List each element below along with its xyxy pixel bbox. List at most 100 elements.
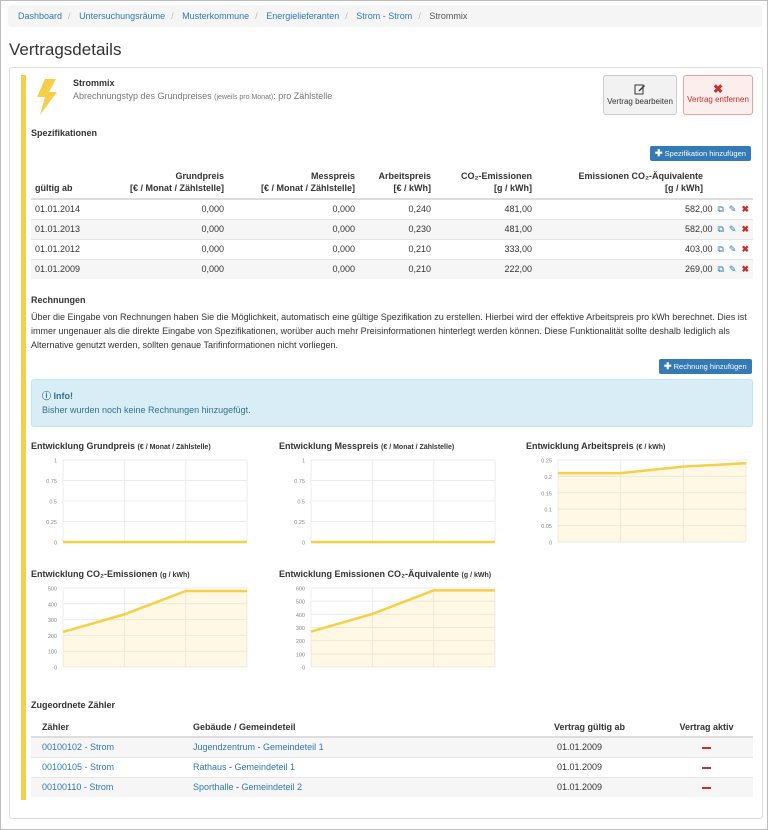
data-point — [682, 465, 685, 468]
plus-icon: ✚ — [664, 361, 672, 371]
col-meter-price: Messpreis [€ / Monat / Zählstelle] — [228, 168, 359, 200]
chart-base-price: 0 0.25 0.5 0.75 1 — [46, 459, 249, 547]
y-tick-label: 600 — [296, 587, 305, 593]
building-link[interactable]: Sporthalle — [193, 782, 234, 792]
breadcrumb-separator: / — [68, 11, 71, 21]
data-point — [371, 541, 374, 544]
cell-value: 582,00 ⧉ ✎ ✖ — [536, 198, 753, 219]
cell-value: 0,000 — [228, 238, 359, 259]
y-tick-label: 0.25 — [294, 520, 305, 526]
district-link[interactable]: Gemeindeteil 2 — [242, 782, 303, 792]
y-tick-label: 100 — [296, 652, 305, 658]
breadcrumb-dashboard[interactable]: Dashboard — [18, 11, 62, 21]
col-base-price: Grundpreis [€ / Monat / Zählstelle] — [111, 168, 228, 200]
add-specification-label: Spezifikation hinzufügen — [664, 149, 746, 158]
data-point — [432, 541, 435, 544]
col-contract-active: Vertrag aktiv — [660, 718, 753, 738]
y-tick-label: 0 — [54, 666, 57, 672]
edit-icon[interactable]: ✎ — [729, 264, 737, 275]
table-row: 01.01.2014 0,000 0,000 0,240 481,00 582,00 ⧉ ✎ ✖ — [31, 198, 753, 219]
data-point — [310, 630, 313, 633]
cell-value: 481,00 — [435, 218, 536, 239]
info-alert: ⓘ Info! Bisher wurden noch keine Rechnun… — [31, 379, 753, 427]
y-tick-label: 0.05 — [541, 524, 552, 530]
chart-meter-price: 0 0.25 0.5 0.75 1 — [294, 459, 496, 547]
data-point — [123, 541, 126, 544]
district-link[interactable]: Gemeindeteil 1 — [263, 742, 324, 752]
edit-icon[interactable]: ✎ — [729, 224, 737, 235]
breadcrumb-energielieferanten[interactable]: Energielieferanten — [266, 11, 339, 21]
series-area — [558, 463, 746, 542]
remove-contract-button[interactable]: ✖ Vertrag entfernen — [683, 75, 753, 115]
copy-icon[interactable]: ⧉ — [717, 204, 723, 215]
cell-value: 0,000 — [111, 198, 228, 219]
table-row: 01.01.2009 0,000 0,000 0,210 222,00 269,00 ⧉ ✎ ✖ — [31, 258, 753, 279]
meter-link[interactable]: 00100102 - Strom — [42, 742, 114, 752]
table-row: 00100105 - Strom Rathaus - Gemeindeteil 1… — [31, 756, 753, 777]
breadcrumb: Dashboard / Untersuchungsräume / Musterkom… — [8, 5, 762, 27]
y-tick-label: 0.15 — [541, 491, 552, 497]
data-point — [494, 589, 497, 592]
cell-meter: 00100110 - Strom — [31, 776, 189, 797]
breadcrumb-untersuchungsraeume[interactable]: Untersuchungsräume — [79, 11, 165, 21]
copy-icon[interactable]: ⧉ — [717, 224, 723, 235]
cell-value: 0,240 — [359, 198, 435, 219]
col-building: Gebäude / Gemeindeteil — [189, 718, 435, 738]
cell-meter: 00100102 - Strom — [31, 736, 189, 757]
breadcrumb-separator: / — [171, 11, 174, 21]
district-link[interactable]: Gemeindeteil 1 — [235, 762, 296, 772]
data-point — [62, 541, 65, 544]
col-contract-valid: Vertrag gültig ab — [435, 718, 660, 738]
data-point — [246, 541, 249, 544]
breadcrumb-musterkommune[interactable]: Musterkommune — [182, 11, 249, 21]
y-tick-label: 400 — [296, 613, 305, 619]
data-point — [123, 613, 126, 616]
cell-date: 01.01.2009 — [31, 258, 111, 279]
table-row: 01.01.2012 0,000 0,000 0,210 333,00 403,00 ⧉ ✎ ✖ — [31, 238, 753, 259]
delete-icon[interactable]: ✖ — [741, 244, 749, 255]
meter-link[interactable]: 00100105 - Strom — [42, 762, 114, 772]
add-invoice-button[interactable]: ✚ Rechnung hinzufügen — [659, 359, 752, 374]
copy-icon[interactable]: ⧉ — [717, 264, 723, 275]
meter-link[interactable]: 00100110 - Strom — [42, 782, 113, 792]
col-co2-equivalents: Emissionen CO₂-Äquivalente [g / kWh] — [536, 168, 753, 200]
copy-icon[interactable]: ⧉ — [717, 244, 723, 255]
col-energy-price: Arbeitspreis [€ / kWh] — [359, 168, 435, 200]
y-tick-label: 1 — [302, 459, 305, 465]
add-specification-button[interactable]: ✚ Spezifikation hinzufügen — [650, 146, 751, 161]
cell-active — [660, 776, 753, 797]
remove-contract-label: Vertrag entfernen — [687, 95, 749, 104]
breadcrumb-strom[interactable]: Strom - Strom — [356, 11, 412, 21]
delete-icon[interactable]: ✖ — [741, 204, 749, 215]
y-tick-label: 0.75 — [294, 479, 305, 485]
edit-icon[interactable]: ✎ — [729, 204, 737, 215]
data-point — [62, 630, 65, 633]
cell-building: Sporthalle - Gemeindeteil 2 — [189, 776, 435, 797]
building-link[interactable]: Jugendzentrum — [193, 742, 255, 752]
edit-icon[interactable]: ✎ — [729, 244, 737, 255]
delete-icon[interactable]: ✖ — [741, 264, 749, 275]
breadcrumb-current: Strommix — [429, 11, 468, 21]
spec-section-title: Spezifikationen — [31, 128, 98, 138]
cell-value: 0,000 — [111, 258, 228, 279]
data-point — [371, 612, 374, 615]
y-tick-label: 0.1 — [544, 508, 552, 514]
billing-type-note: (jeweils pro Monat) — [214, 94, 274, 101]
y-tick-label: 200 — [296, 639, 305, 645]
meters-section-title: Zugeordnete Zähler — [31, 700, 116, 710]
info-alert-text: Bisher wurden noch keine Rechnungen hinz… — [42, 405, 251, 415]
data-point — [310, 541, 313, 544]
delete-icon[interactable]: ✖ — [741, 224, 749, 235]
edit-contract-label: Vertrag bearbeiten — [607, 97, 673, 106]
y-tick-label: 500 — [48, 587, 57, 593]
edit-contract-button[interactable]: Vertrag bearbeiten — [603, 75, 677, 115]
minus-icon — [702, 746, 711, 749]
table-header-row: gültig ab Grundpreis [€ / Monat / Zählste… — [31, 168, 753, 200]
info-icon: ⓘ — [42, 391, 52, 401]
cell-value: 222,00 — [435, 258, 536, 279]
table-header-row: Zähler Gebäude / Gemeindeteil Vertrag gü… — [31, 718, 753, 738]
billing-type-label: Abrechnungstyp des Grundpreises — [73, 91, 212, 101]
breadcrumb-separator: / — [345, 11, 348, 21]
edit-icon — [634, 84, 645, 95]
building-link[interactable]: Rathaus — [193, 762, 227, 772]
